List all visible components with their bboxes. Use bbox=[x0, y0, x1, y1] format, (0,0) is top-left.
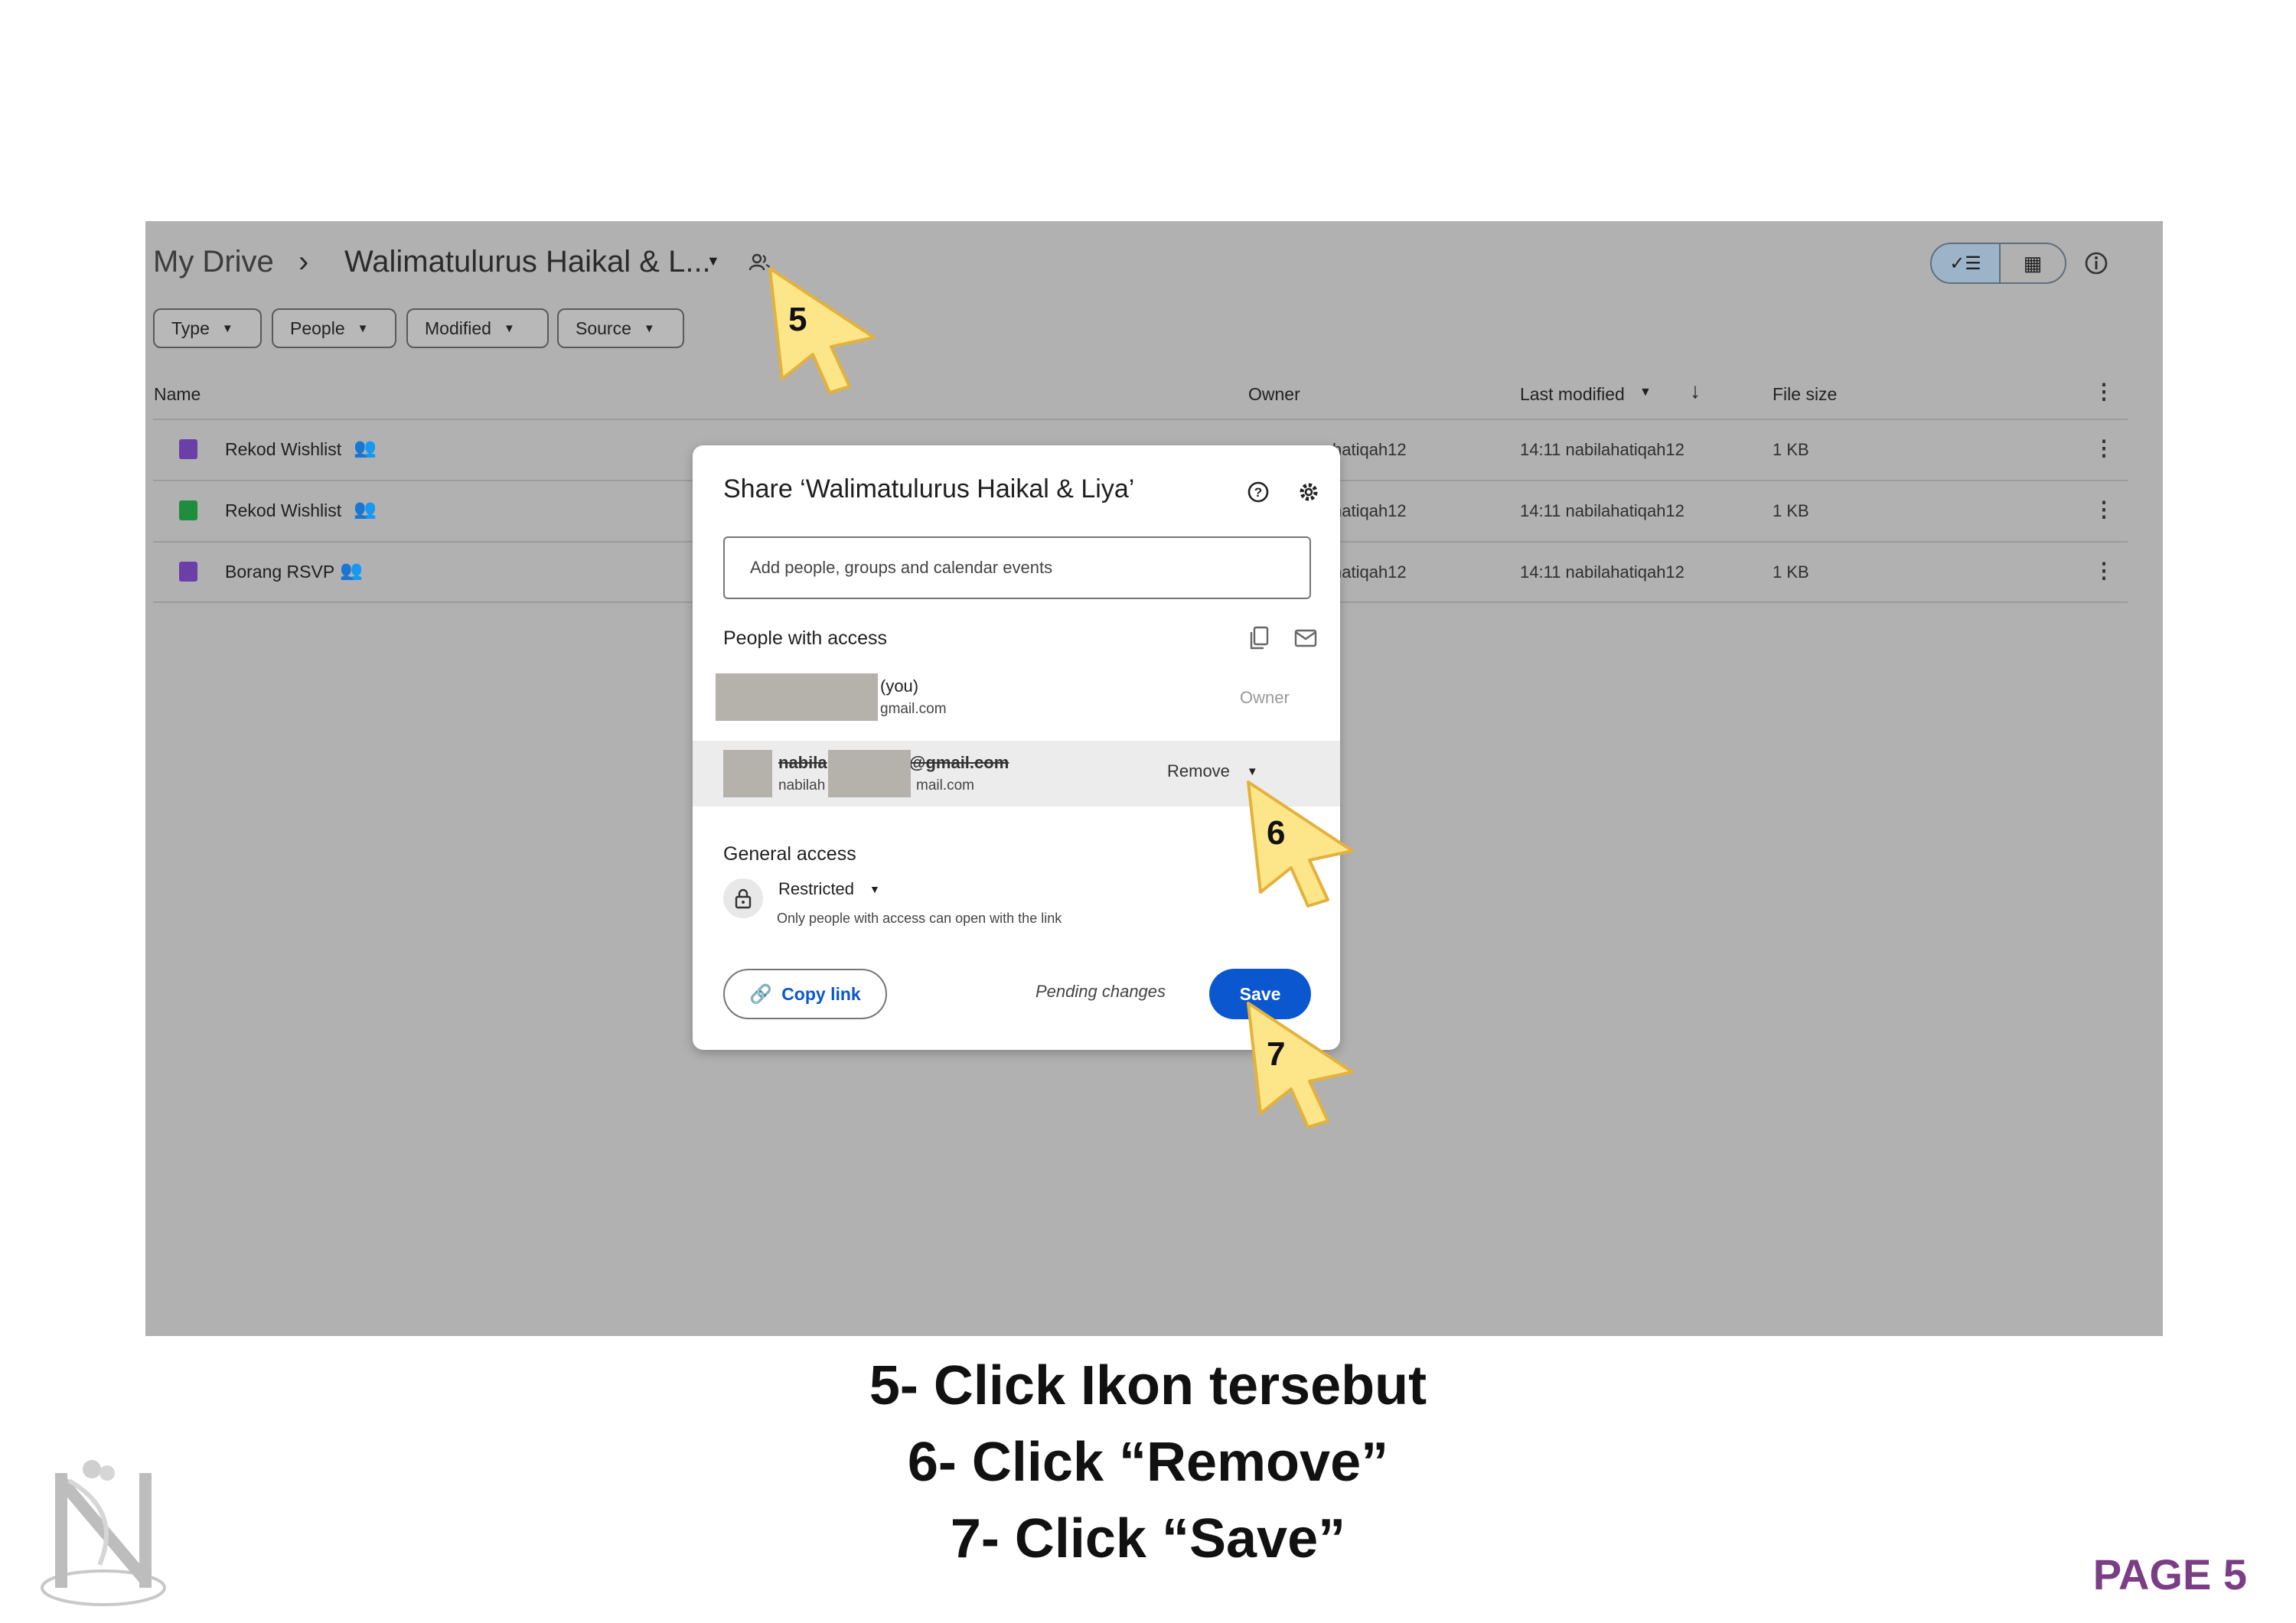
drive-screenshot: My Drive › Walimatulurus Haikal & L... ▼… bbox=[145, 221, 2163, 1336]
person-email-prefix: nabilah bbox=[778, 777, 826, 794]
person-name-suffix: @gmail.com bbox=[909, 753, 1009, 772]
add-people-input[interactable]: Add people, groups and calendar events bbox=[723, 536, 1311, 599]
dialog-title: Share ‘Walimatulurus Haikal & Liya’ bbox=[723, 474, 1135, 504]
filter-type-chip[interactable]: Type ▼ bbox=[153, 308, 262, 348]
sort-arrow-down-icon[interactable]: ↓ bbox=[1690, 379, 1701, 403]
pending-changes-text: Pending changes bbox=[1035, 982, 1166, 1001]
link-icon: 🔗 bbox=[749, 983, 773, 1005]
caret-down-icon: ▼ bbox=[1246, 764, 1258, 778]
filter-modified-chip[interactable]: Modified ▼ bbox=[406, 308, 549, 348]
column-name-header[interactable]: Name bbox=[154, 384, 201, 405]
settings-gear-icon[interactable] bbox=[1296, 480, 1321, 504]
column-owner-header[interactable]: Owner bbox=[1248, 384, 1300, 405]
person-email-suffix: mail.com bbox=[916, 777, 975, 794]
cursor-pointer-icon bbox=[768, 267, 876, 394]
column-file-size-header[interactable]: File size bbox=[1773, 384, 1837, 405]
owner-cell: hatiqah12 bbox=[1332, 501, 1407, 520]
row-more-icon[interactable]: ⋮ bbox=[2093, 558, 2115, 583]
email-icon[interactable] bbox=[1294, 629, 1317, 647]
filter-source-chip[interactable]: Source ▼ bbox=[557, 308, 684, 348]
access-level-dropdown[interactable]: Restricted ▼ bbox=[778, 879, 880, 899]
instruction-step-6: 6- Click “Remove” bbox=[907, 1432, 1389, 1493]
redacted-avatar bbox=[723, 750, 772, 797]
shared-icon: 👥 bbox=[340, 560, 363, 581]
pointer-step-7: 7 bbox=[1238, 999, 1360, 1129]
step-number: 6 bbox=[1267, 814, 1286, 852]
person-name: (you) bbox=[880, 676, 919, 696]
owner-role-label: Owner bbox=[1240, 688, 1290, 707]
size-cell: 1 KB bbox=[1773, 440, 1809, 459]
modified-cell: 14:11 nabilahatiqah12 bbox=[1520, 440, 1684, 459]
caret-down-icon: ▼ bbox=[357, 321, 369, 335]
copy-link-label: Copy link bbox=[781, 983, 861, 1004]
breadcrumb-separator: › bbox=[298, 245, 309, 279]
cursor-pointer-icon bbox=[1247, 1002, 1354, 1129]
sheets-icon bbox=[179, 500, 197, 520]
help-icon[interactable]: ? bbox=[1246, 480, 1270, 504]
caret-down-icon: ▼ bbox=[869, 883, 880, 895]
pointer-step-6: 6 bbox=[1238, 777, 1360, 908]
brand-logo bbox=[41, 1460, 166, 1606]
copy-emails-icon[interactable] bbox=[1248, 626, 1270, 650]
breadcrumb-my-drive[interactable]: My Drive bbox=[153, 245, 274, 279]
remove-option[interactable]: Remove bbox=[1167, 761, 1230, 781]
redacted-name bbox=[828, 750, 911, 797]
grid-view-icon[interactable]: ▦ bbox=[2001, 244, 2065, 282]
file-name: Borang RSVP bbox=[225, 562, 335, 582]
access-description: Only people with access can open with th… bbox=[777, 911, 1062, 926]
sort-caret-icon[interactable]: ▼ bbox=[1639, 386, 1652, 399]
column-last-modified-header[interactable]: Last modified bbox=[1520, 384, 1625, 405]
instruction-step-5: 5- Click Ikon tersebut bbox=[869, 1355, 1427, 1416]
modified-cell: 14:11 nabilahatiqah12 bbox=[1520, 562, 1684, 582]
filter-source-label: Source bbox=[576, 318, 631, 338]
info-icon[interactable] bbox=[2083, 250, 2109, 276]
step-number: 7 bbox=[1267, 1035, 1286, 1073]
pointer-step-5: 5 bbox=[759, 264, 882, 394]
size-cell: 1 KB bbox=[1773, 501, 1809, 520]
add-people-placeholder: Add people, groups and calendar events bbox=[750, 558, 1053, 577]
file-name: Rekod Wishlist bbox=[225, 439, 342, 459]
shared-icon: 👥 bbox=[354, 499, 377, 520]
caret-down-icon: ▼ bbox=[643, 321, 655, 335]
access-level: Restricted bbox=[778, 879, 855, 898]
filter-people-chip[interactable]: People ▼ bbox=[272, 308, 396, 348]
cursor-pointer-icon bbox=[1247, 781, 1354, 908]
svg-text:?: ? bbox=[1254, 485, 1262, 500]
share-dialog: Share ‘Walimatulurus Haikal & Liya’ ? Ad… bbox=[693, 445, 1340, 1050]
general-access-heading: General access bbox=[723, 843, 856, 865]
file-name: Rekod Wishlist bbox=[225, 500, 342, 520]
modified-cell: 14:11 nabilahatiqah12 bbox=[1520, 501, 1684, 520]
row-more-icon[interactable]: ⋮ bbox=[2093, 497, 2115, 522]
forms-icon bbox=[179, 439, 197, 459]
page-number: PAGE 5 bbox=[2092, 1550, 2247, 1599]
size-cell: 1 KB bbox=[1773, 562, 1809, 582]
row-more-icon[interactable]: ⋮ bbox=[2093, 435, 2115, 461]
owner-cell: hatiqah12 bbox=[1332, 562, 1407, 582]
lock-icon bbox=[723, 878, 763, 918]
people-with-access-heading: People with access bbox=[723, 627, 888, 649]
folder-menu-caret-icon[interactable]: ▼ bbox=[706, 253, 720, 269]
step-number: 5 bbox=[788, 301, 807, 338]
owner-cell: hatiqah12 bbox=[1332, 440, 1407, 459]
breadcrumb-folder[interactable]: Walimatulurus Haikal & L... bbox=[344, 245, 711, 279]
copy-link-button[interactable]: 🔗 Copy link bbox=[723, 969, 887, 1019]
instruction-step-7: 7- Click “Save” bbox=[950, 1508, 1346, 1569]
caret-down-icon: ▼ bbox=[503, 321, 515, 335]
person-email: gmail.com bbox=[880, 701, 947, 717]
list-view-check-icon[interactable]: ✓☰ bbox=[1932, 244, 2001, 282]
view-toggle: ✓☰ ▦ bbox=[1930, 243, 2066, 284]
shared-icon: 👥 bbox=[354, 438, 377, 458]
more-options-icon[interactable]: ⋮ bbox=[2093, 379, 2115, 404]
person-name-prefix: nabila bbox=[778, 753, 827, 772]
forms-icon bbox=[179, 562, 197, 582]
caret-down-icon: ▼ bbox=[221, 321, 233, 335]
filter-people-label: People bbox=[290, 318, 345, 338]
filter-type-label: Type bbox=[171, 318, 210, 338]
filter-modified-label: Modified bbox=[425, 318, 491, 338]
redacted-avatar-name bbox=[716, 673, 878, 721]
